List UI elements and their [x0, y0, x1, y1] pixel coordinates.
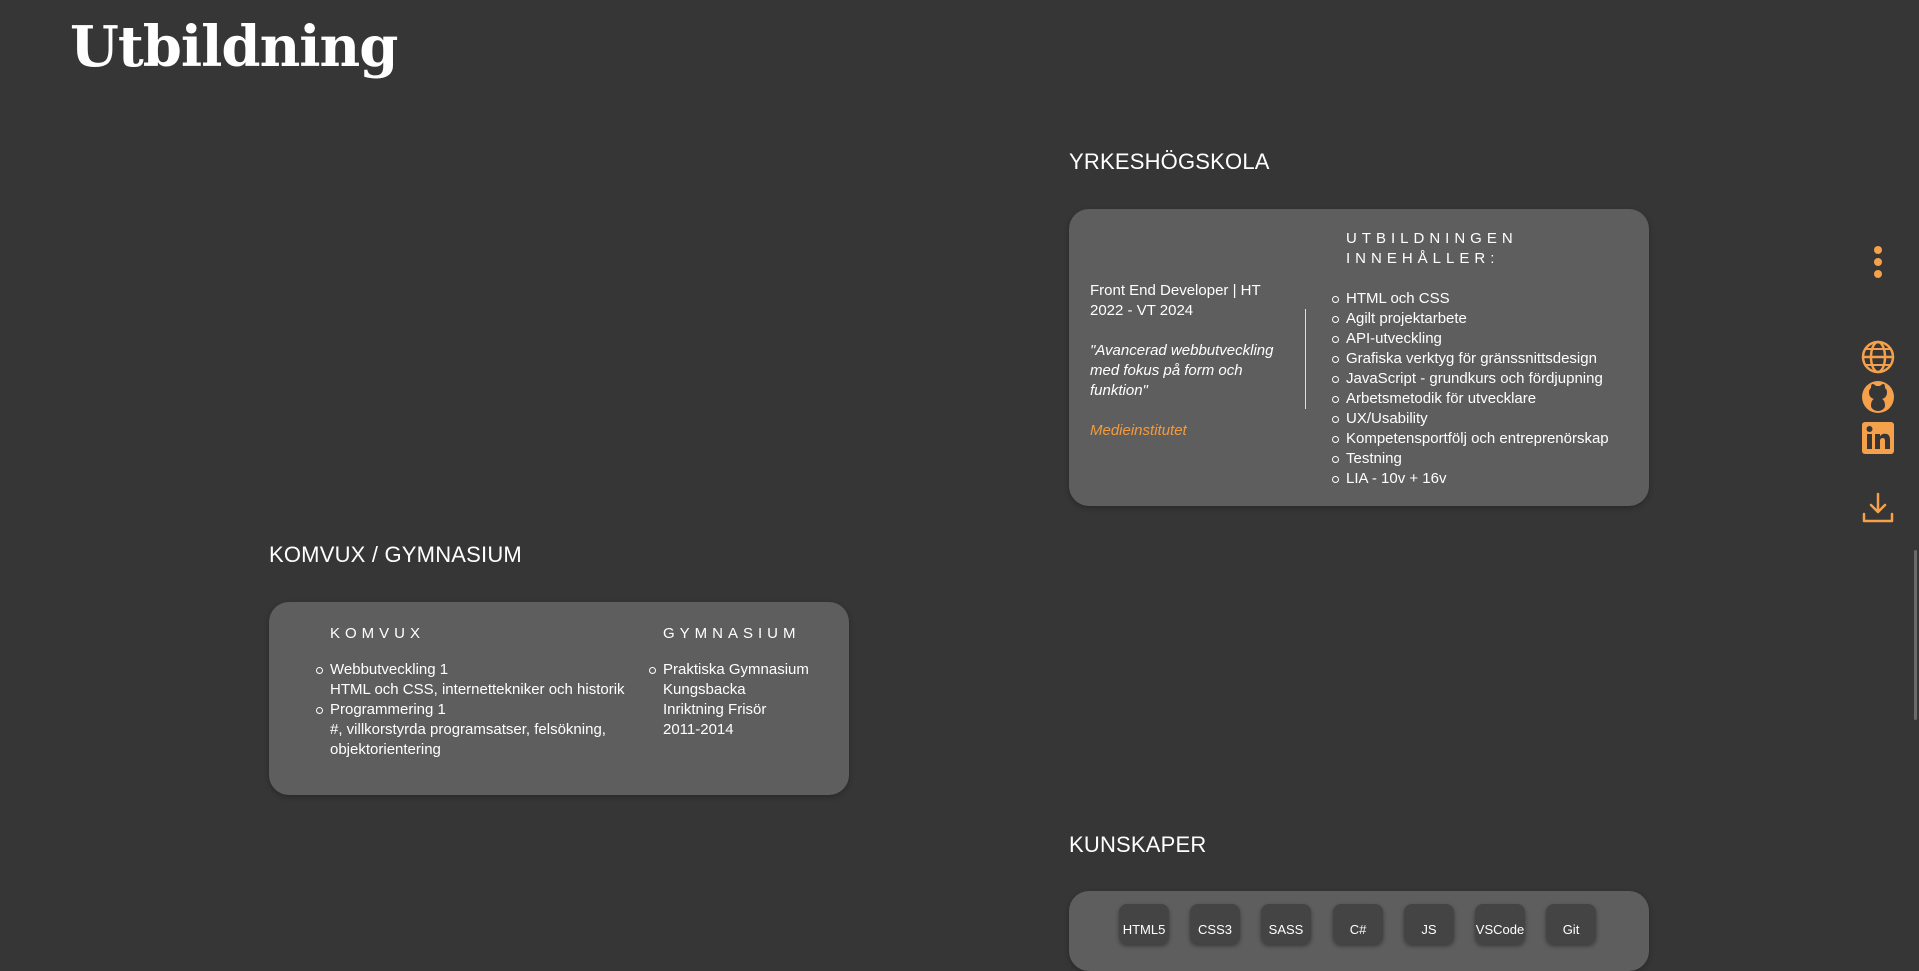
komvux-heading: KOMVUX — [330, 625, 426, 642]
list-item: LIA - 10v + 16v — [1332, 469, 1646, 489]
gymnasium-column: GYMNASIUM Praktiska Gymnasium Kungsbacka… — [649, 624, 823, 740]
download-icon[interactable] — [1860, 490, 1896, 526]
list-item: Grafiska verktyg för gränssnittsdesign — [1332, 349, 1646, 369]
program-title: Front End Developer | HT 2022 - VT 2024 — [1090, 282, 1261, 319]
komvux-list: Webbutveckling 1 HTML och CSS, internett… — [316, 660, 630, 760]
menu-dots-icon[interactable] — [1860, 244, 1896, 280]
list-item: UX/Usability — [1332, 409, 1646, 429]
skill-vscode: VSCode — [1475, 904, 1525, 944]
list-item: JavaScript - grundkurs och fördjupning — [1332, 369, 1646, 389]
globe-icon[interactable] — [1860, 339, 1896, 375]
komvux-gymnasium-heading: KOMVUX / GYMNASIUM — [269, 542, 522, 567]
scrollbar-thumb[interactable] — [1914, 550, 1917, 720]
kunskaper-card: HTML5 CSS3 SASS C# JS VSCode Git — [1069, 891, 1649, 971]
yrkeshogskola-heading: YRKESHÖGSKOLA — [1069, 149, 1270, 174]
course-title: Webbutveckling 1 — [330, 661, 449, 678]
linkedin-icon[interactable] — [1860, 420, 1896, 456]
page-title: Utbildning — [70, 14, 398, 80]
school-link[interactable]: Medieinstitutet — [1090, 421, 1280, 441]
program-quote: "Avancerad webbutveckling med fokus på f… — [1090, 342, 1274, 399]
skill-git: Git — [1546, 904, 1596, 944]
list-item: Agilt projektarbete — [1332, 309, 1646, 329]
program-info: Front End Developer | HT 2022 - VT 2024 … — [1090, 281, 1280, 441]
course-desc: #, villkorstyrda programsatser, felsökni… — [330, 721, 606, 758]
list-item: Testning — [1332, 449, 1646, 469]
course-title: Programmering 1 — [330, 701, 446, 718]
content-list: HTML och CSS Agilt projektarbete API-utv… — [1332, 289, 1646, 489]
gymnasium-track: Inriktning Frisör — [663, 701, 767, 718]
gymnasium-school: Praktiska Gymnasium Kungsbacka — [663, 661, 809, 698]
github-icon[interactable] — [1860, 379, 1896, 415]
komvux-gymnasium-card: KOMVUX Webbutveckling 1 HTML och CSS, in… — [269, 602, 849, 795]
card-divider — [1305, 309, 1306, 409]
skill-html5: HTML5 — [1119, 904, 1169, 944]
course-desc: HTML och CSS, internettekniker och histo… — [330, 681, 625, 698]
list-item: Webbutveckling 1 HTML och CSS, internett… — [316, 660, 630, 700]
skill-js: JS — [1404, 904, 1454, 944]
content-heading: UTBILDNINGEN INNEHÅLLER: — [1346, 230, 1518, 267]
list-item: Arbetsmetodik för utvecklare — [1332, 389, 1646, 409]
skill-sass: SASS — [1261, 904, 1311, 944]
gymnasium-list: Praktiska Gymnasium Kungsbacka Inriktnin… — [649, 660, 823, 740]
komvux-column: KOMVUX Webbutveckling 1 HTML och CSS, in… — [316, 624, 630, 760]
list-item: API-utveckling — [1332, 329, 1646, 349]
list-item: Kompetensportfölj och entreprenörskap — [1332, 429, 1646, 449]
kunskaper-heading: KUNSKAPER — [1069, 832, 1207, 857]
skill-csharp: C# — [1333, 904, 1383, 944]
list-item: HTML och CSS — [1332, 289, 1646, 309]
gymnasium-years: 2011-2014 — [663, 721, 734, 738]
yrkeshogskola-card: Front End Developer | HT 2022 - VT 2024 … — [1069, 209, 1649, 506]
list-item: Programmering 1 #, villkorstyrda program… — [316, 700, 630, 760]
gymnasium-heading: GYMNASIUM — [663, 625, 801, 642]
list-item: Praktiska Gymnasium Kungsbacka Inriktnin… — [649, 660, 823, 740]
skill-css3: CSS3 — [1190, 904, 1240, 944]
program-content: UTBILDNINGEN INNEHÅLLER: HTML och CSS Ag… — [1332, 229, 1646, 489]
